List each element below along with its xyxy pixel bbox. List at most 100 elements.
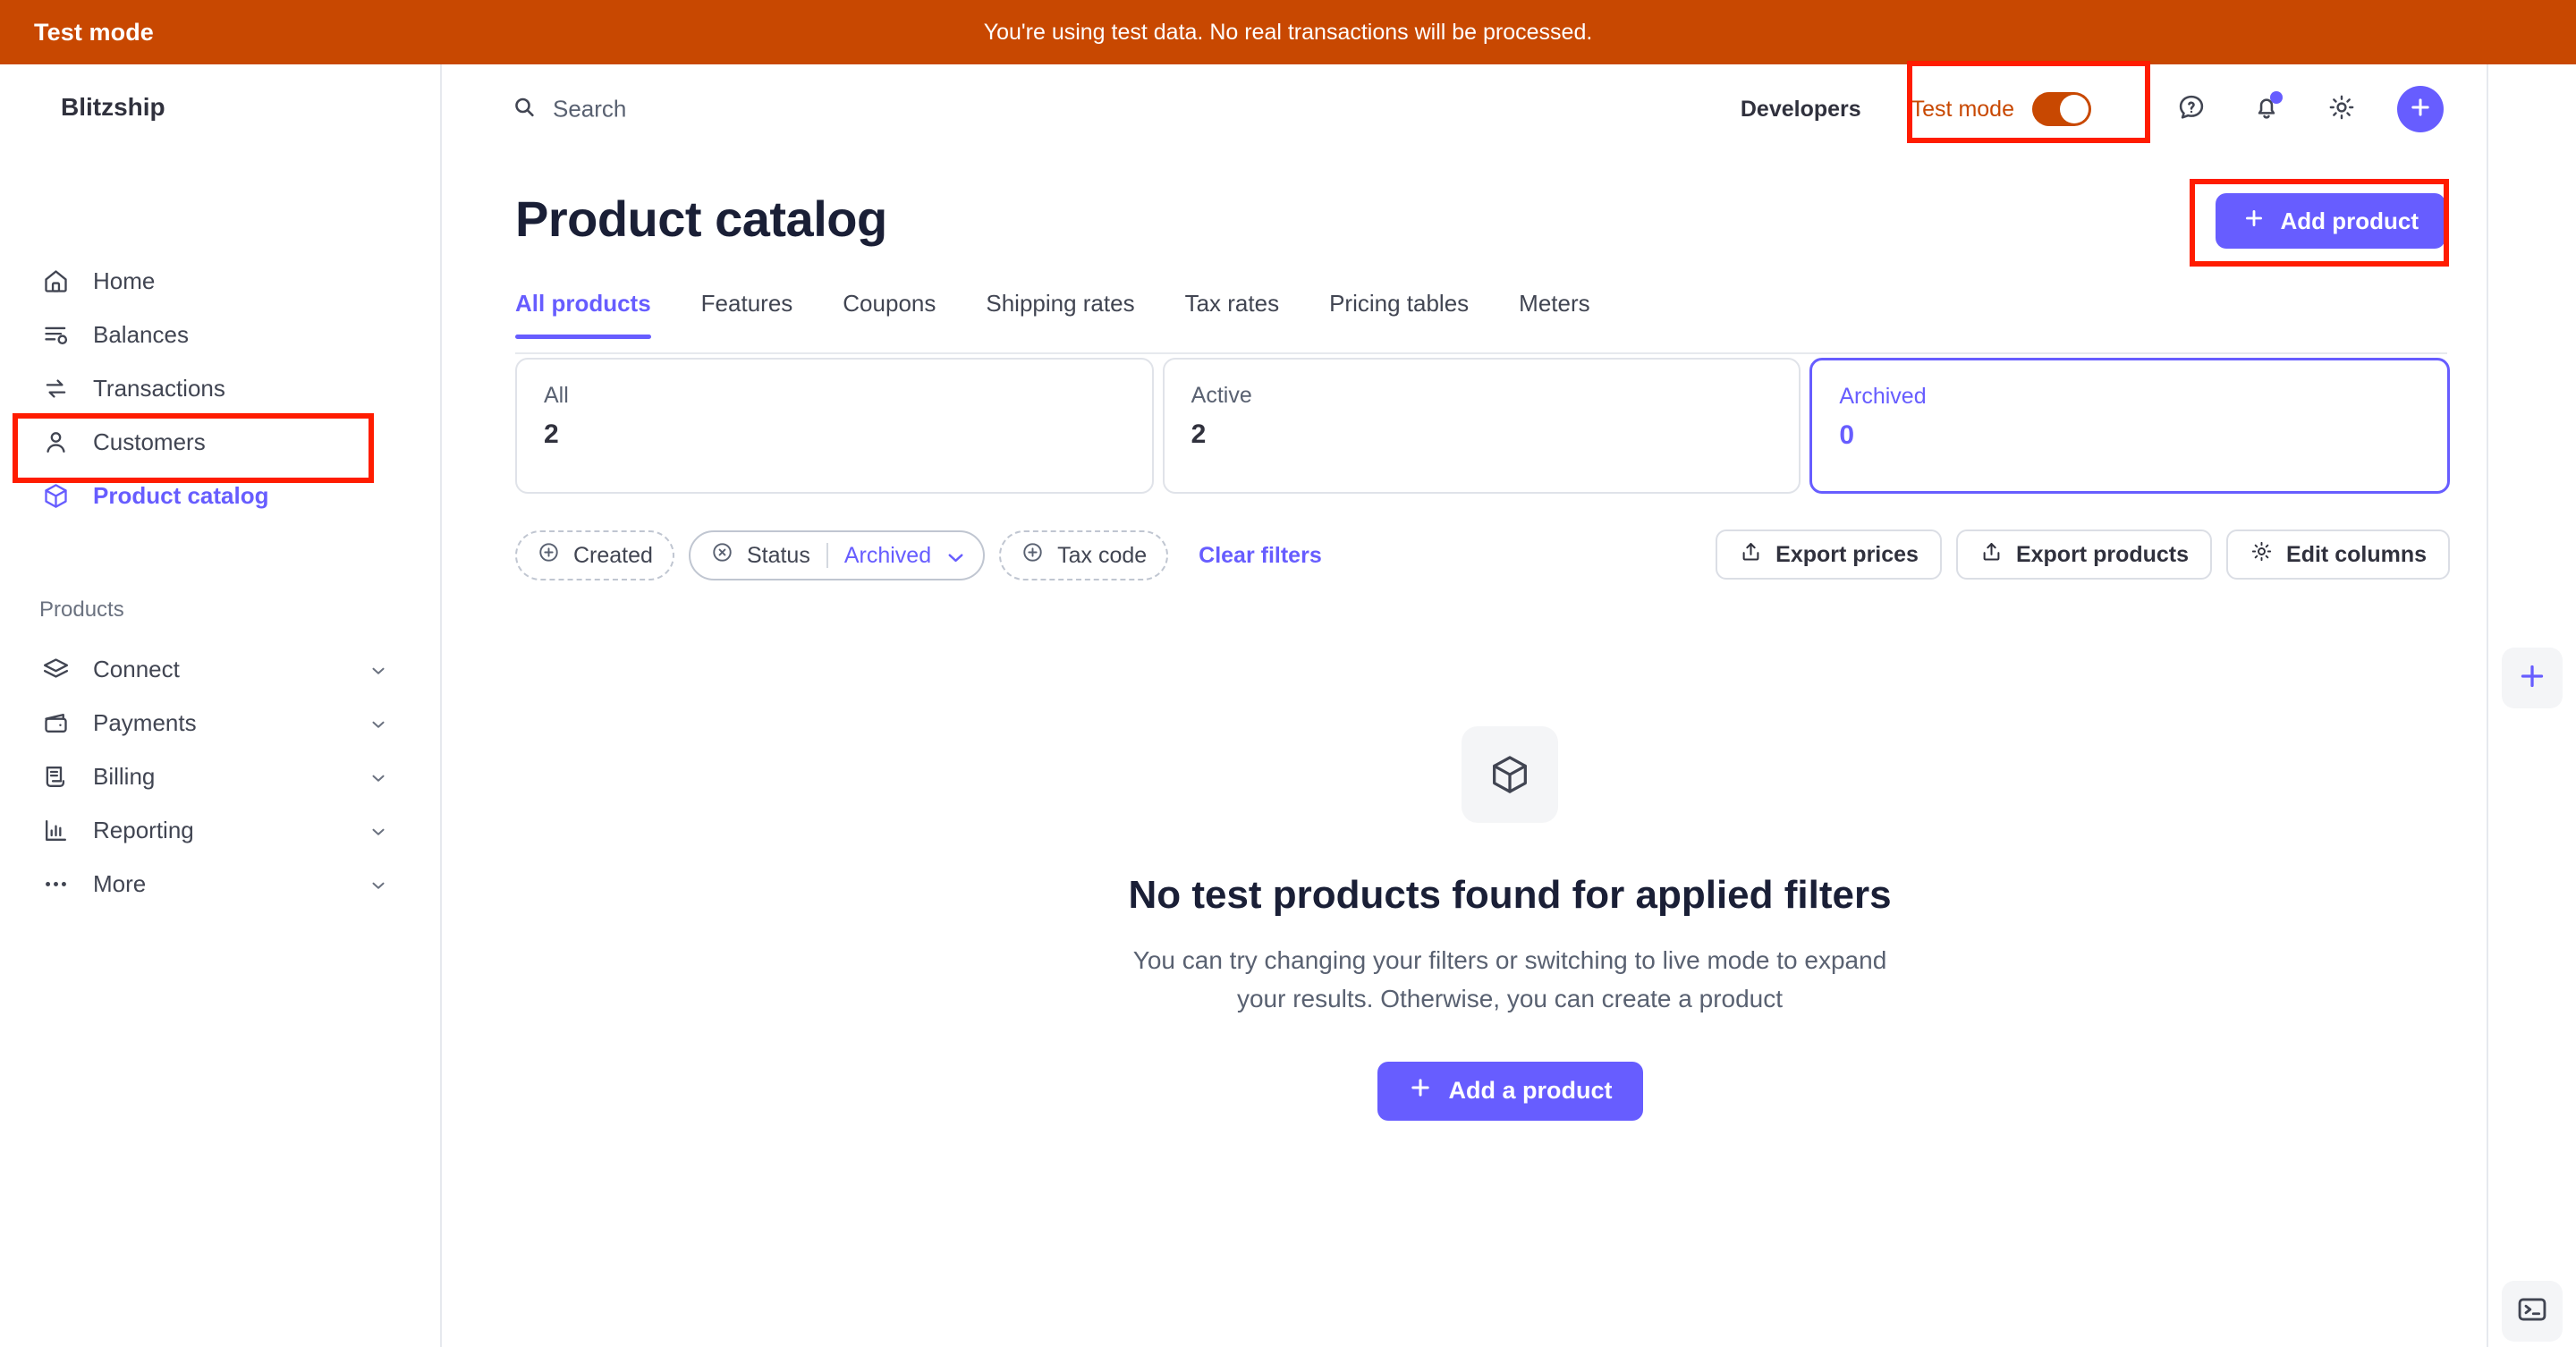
sidebar: Blitzship Home Balances Transactions Cus… bbox=[0, 64, 442, 1347]
brand-name: Blitzship bbox=[61, 93, 165, 121]
tab-meters[interactable]: Meters bbox=[1519, 290, 1589, 337]
sidebar-item-label: Payments bbox=[93, 708, 197, 736]
plus-circle-icon bbox=[537, 540, 561, 571]
rail-terminal-button[interactable] bbox=[2502, 1281, 2563, 1342]
sidebar-item-label: More bbox=[93, 869, 147, 897]
tab-features[interactable]: Features bbox=[701, 290, 793, 337]
clear-filters-link[interactable]: Clear filters bbox=[1199, 543, 1322, 569]
sidebar-item-billing[interactable]: Billing bbox=[0, 750, 440, 803]
home-icon bbox=[39, 265, 72, 297]
filter-chip-created[interactable]: Created bbox=[515, 530, 674, 580]
page-title: Product catalog bbox=[515, 191, 887, 247]
test-mode-toggle[interactable]: Test mode bbox=[1911, 92, 2091, 126]
sidebar-item-connect[interactable]: Connect bbox=[0, 642, 440, 696]
stat-card-row: All 2 Active 2 Archived 0 bbox=[515, 358, 2451, 494]
plus-icon bbox=[1408, 1075, 1433, 1106]
sidebar-item-more[interactable]: More bbox=[0, 857, 440, 911]
more-icon bbox=[39, 868, 72, 900]
sidebar-primary-nav: Home Balances Transactions Customers Pro… bbox=[0, 254, 440, 522]
search-input[interactable]: Search bbox=[512, 95, 626, 124]
edit-columns-button[interactable]: Edit columns bbox=[2226, 529, 2450, 580]
empty-state: No test products found for applied filte… bbox=[444, 726, 2576, 1121]
filter-chip-tax-code[interactable]: Tax code bbox=[999, 530, 1169, 580]
sidebar-section-title: Products bbox=[39, 597, 124, 622]
export-icon bbox=[1739, 539, 1763, 570]
right-rail bbox=[2487, 64, 2576, 1347]
test-mode-toggle-label: Test mode bbox=[1911, 96, 2014, 122]
empty-state-description: You can try changing your filters or swi… bbox=[1132, 946, 1887, 1013]
tab-tax-rates[interactable]: Tax rates bbox=[1185, 290, 1280, 337]
sidebar-item-label: Home bbox=[93, 267, 156, 294]
stat-card-archived[interactable]: Archived 0 bbox=[1809, 358, 2451, 494]
product-catalog-icon bbox=[39, 479, 72, 512]
test-mode-banner: Test mode You're using test data. No rea… bbox=[0, 0, 2576, 64]
filter-chip-status[interactable]: Status Archived bbox=[688, 530, 986, 580]
plus-icon bbox=[2242, 207, 2266, 236]
plus-icon bbox=[2408, 95, 2433, 124]
sidebar-item-label: Product catalog bbox=[93, 481, 269, 509]
transactions-icon bbox=[39, 372, 72, 404]
table-actions: Export prices Export products Edit colum… bbox=[1716, 529, 2450, 580]
search-icon bbox=[512, 95, 537, 124]
sidebar-item-home[interactable]: Home bbox=[0, 254, 440, 308]
chevron-down-icon[interactable] bbox=[944, 546, 963, 565]
main-content: Product catalog Add product All products… bbox=[444, 154, 2576, 1347]
brand[interactable]: Blitzship bbox=[39, 93, 165, 130]
help-button[interactable] bbox=[2166, 84, 2216, 134]
topbar-actions: Developers Test mode bbox=[1741, 84, 2444, 134]
tab-shipping-rates[interactable]: Shipping rates bbox=[986, 290, 1134, 337]
filter-chip-label: Tax code bbox=[1057, 542, 1148, 568]
chevron-down-icon bbox=[369, 874, 388, 894]
settings-button[interactable] bbox=[2317, 84, 2367, 134]
search-placeholder: Search bbox=[553, 95, 627, 123]
sidebar-item-balances[interactable]: Balances bbox=[0, 308, 440, 361]
export-prices-button[interactable]: Export prices bbox=[1716, 529, 1942, 580]
topbar: Search Developers Test mode bbox=[444, 64, 2576, 154]
developers-link[interactable]: Developers bbox=[1741, 97, 1861, 123]
tab-pricing-tables[interactable]: Pricing tables bbox=[1329, 290, 1469, 337]
plus-icon bbox=[2516, 660, 2548, 697]
reporting-icon bbox=[39, 814, 72, 846]
stat-card-active[interactable]: Active 2 bbox=[1162, 358, 1801, 494]
export-icon bbox=[1979, 539, 2004, 570]
customers-icon bbox=[39, 426, 72, 458]
stat-card-label: Active bbox=[1191, 383, 1252, 408]
sidebar-item-label: Connect bbox=[93, 655, 180, 682]
add-product-button[interactable]: Add product bbox=[2216, 193, 2445, 249]
button-label: Export products bbox=[2015, 541, 2190, 567]
remove-circle-icon[interactable] bbox=[710, 540, 734, 571]
sidebar-item-label: Customers bbox=[93, 428, 206, 455]
notifications-button[interactable] bbox=[2241, 84, 2292, 134]
sidebar-item-label: Reporting bbox=[93, 816, 194, 843]
export-products-button[interactable]: Export products bbox=[1955, 529, 2213, 580]
rail-add-button[interactable] bbox=[2502, 648, 2563, 708]
button-label: Add a product bbox=[1448, 1077, 1613, 1105]
sidebar-item-product-catalog[interactable]: Product catalog bbox=[0, 469, 440, 522]
quick-add-button[interactable] bbox=[2397, 86, 2444, 132]
chevron-down-icon bbox=[369, 713, 388, 733]
test-mode-banner-label: Test mode bbox=[34, 18, 154, 46]
sidebar-item-payments[interactable]: Payments bbox=[0, 696, 440, 750]
filter-chip-label: Created bbox=[573, 542, 653, 568]
balances-icon bbox=[39, 318, 72, 351]
sidebar-item-transactions[interactable]: Transactions bbox=[0, 361, 440, 415]
stat-card-value: 0 bbox=[1839, 420, 1855, 450]
toggle-switch[interactable] bbox=[2032, 92, 2091, 126]
sidebar-item-label: Billing bbox=[93, 762, 156, 790]
tab-all-products[interactable]: All products bbox=[515, 290, 651, 339]
stat-card-all[interactable]: All 2 bbox=[515, 358, 1154, 494]
add-a-product-button[interactable]: Add a product bbox=[1377, 1061, 1643, 1121]
connect-icon bbox=[39, 653, 72, 685]
button-label: Edit columns bbox=[2286, 541, 2427, 567]
empty-state-title: No test products found for applied filte… bbox=[1128, 873, 1892, 917]
package-icon bbox=[1462, 726, 1558, 823]
sidebar-item-customers[interactable]: Customers bbox=[0, 415, 440, 469]
payments-icon bbox=[39, 707, 72, 739]
chevron-down-icon bbox=[369, 820, 388, 840]
plus-circle-icon bbox=[1021, 540, 1045, 571]
button-label: Export prices bbox=[1775, 541, 1919, 567]
terminal-icon bbox=[2515, 1292, 2549, 1331]
test-mode-banner-message: You're using test data. No real transact… bbox=[983, 19, 1593, 45]
tab-coupons[interactable]: Coupons bbox=[843, 290, 936, 337]
sidebar-item-reporting[interactable]: Reporting bbox=[0, 803, 440, 857]
